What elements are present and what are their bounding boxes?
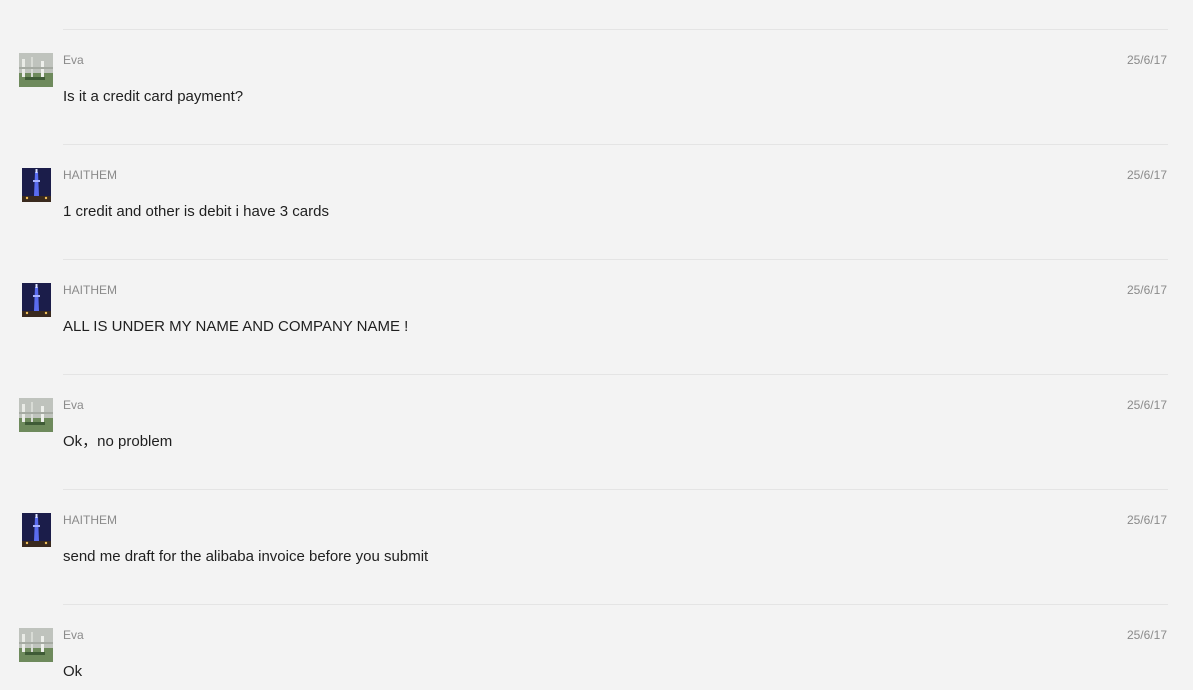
avatar-eva[interactable]	[19, 628, 53, 662]
message-item: HAITHEM 25/6/17 1 credit and other is de…	[0, 145, 1193, 260]
sender-name: HAITHEM	[63, 283, 117, 297]
chat-history[interactable]: Eva 25/6/17 Is it a credit card payment?…	[0, 0, 1193, 690]
eva-avatar-image	[19, 53, 53, 87]
message-item: Eva 25/6/17 Ok	[0, 605, 1193, 690]
sender-name: Eva	[63, 398, 84, 412]
avatar-eva[interactable]	[19, 53, 53, 87]
eva-avatar-image	[19, 628, 53, 662]
avatar-haithem[interactable]	[22, 513, 51, 547]
eva-avatar-image	[19, 398, 53, 432]
message-item: HAITHEM 25/6/17 ALL IS UNDER MY NAME AND…	[0, 260, 1193, 375]
message-item: Eva 25/6/17 Is it a credit card payment?	[0, 30, 1193, 145]
message-text: ALL IS UNDER MY NAME AND COMPANY NAME !	[63, 318, 409, 335]
message-text: 1 credit and other is debit i have 3 car…	[63, 203, 329, 220]
message-timestamp: 25/6/17	[1126, 283, 1167, 297]
message-item: Eva 25/6/17 Ok，no problem	[0, 375, 1193, 490]
haithem-avatar-image	[22, 283, 51, 317]
message-text: Ok	[63, 663, 83, 680]
message-item: HAITHEM 25/6/17 send me draft for the al…	[0, 490, 1193, 605]
haithem-avatar-image	[22, 513, 51, 547]
message-text: send me draft for the alibaba invoice be…	[63, 548, 429, 565]
sender-name: HAITHEM	[63, 168, 117, 182]
message-text: Is it a credit card payment?	[63, 88, 244, 105]
message-timestamp: 25/6/17	[1126, 168, 1167, 182]
message-timestamp: 25/6/17	[1126, 628, 1167, 642]
sender-name: Eva	[63, 628, 84, 642]
message-timestamp: 25/6/17	[1126, 398, 1167, 412]
haithem-avatar-image	[22, 168, 51, 202]
sender-name: Eva	[63, 53, 84, 67]
sender-name: HAITHEM	[63, 513, 117, 527]
avatar-eva[interactable]	[19, 398, 53, 432]
avatar-haithem[interactable]	[22, 283, 51, 317]
message-timestamp: 25/6/17	[1126, 513, 1167, 527]
message-text: Ok，no problem	[63, 433, 173, 450]
avatar-haithem[interactable]	[22, 168, 51, 202]
message-timestamp: 25/6/17	[1126, 53, 1167, 67]
